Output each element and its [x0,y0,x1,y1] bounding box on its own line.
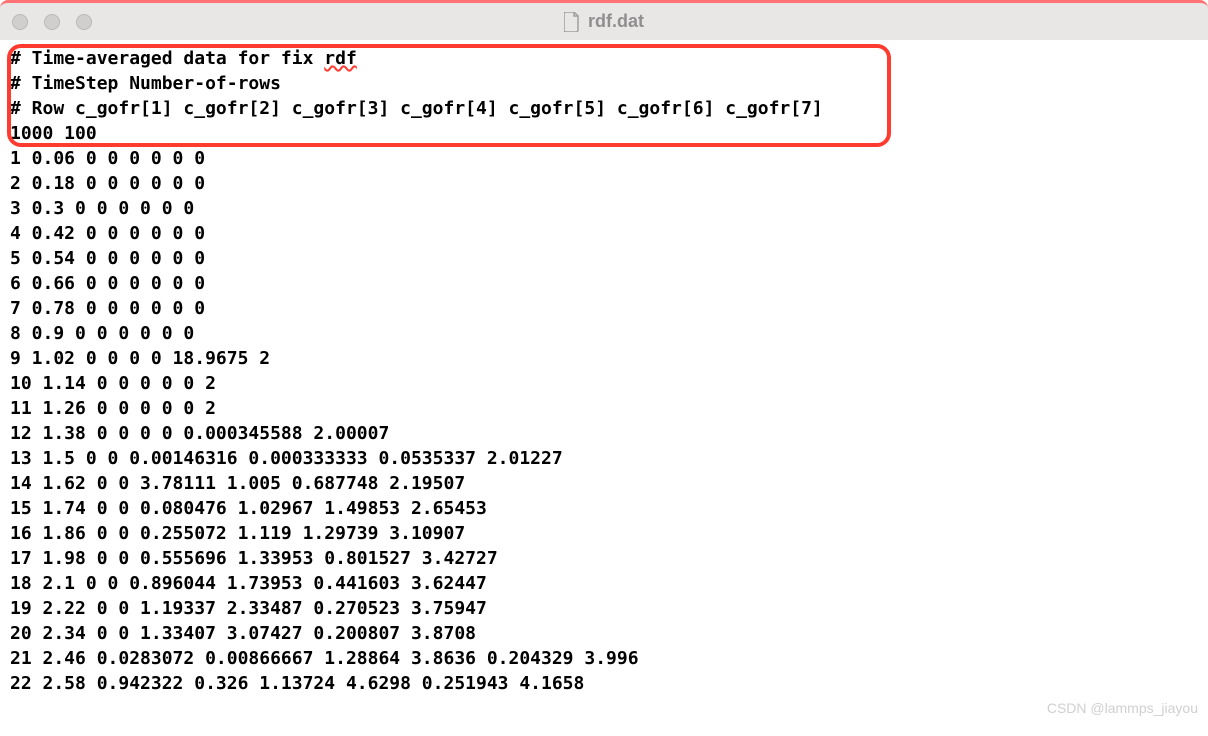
minimize-button[interactable] [44,14,60,30]
header-line-2: # TimeStep Number-of-rows [10,73,281,94]
window-title-container: rdf.dat [564,11,644,32]
window-title: rdf.dat [588,11,644,32]
header-line-4: 1000 100 [10,123,97,144]
document-icon [564,12,580,32]
header-line-3: # Row c_gofr[1] c_gofr[2] c_gofr[3] c_go… [10,98,823,119]
close-button[interactable] [12,14,28,30]
traffic-lights [12,14,92,30]
data-rows: 1 0.06 0 0 0 0 0 0 2 0.18 0 0 0 0 0 0 3 … [10,146,1198,696]
header-line-1-pre: # Time-averaged data for fix [10,48,324,69]
window-titlebar: rdf.dat [0,0,1208,40]
watermark: CSDN @lammps_jiayou [1047,700,1198,716]
file-content[interactable]: # Time-averaged data for fix rdf # TimeS… [0,40,1208,702]
zoom-button[interactable] [76,14,92,30]
header-line-1-word: rdf [324,48,357,69]
